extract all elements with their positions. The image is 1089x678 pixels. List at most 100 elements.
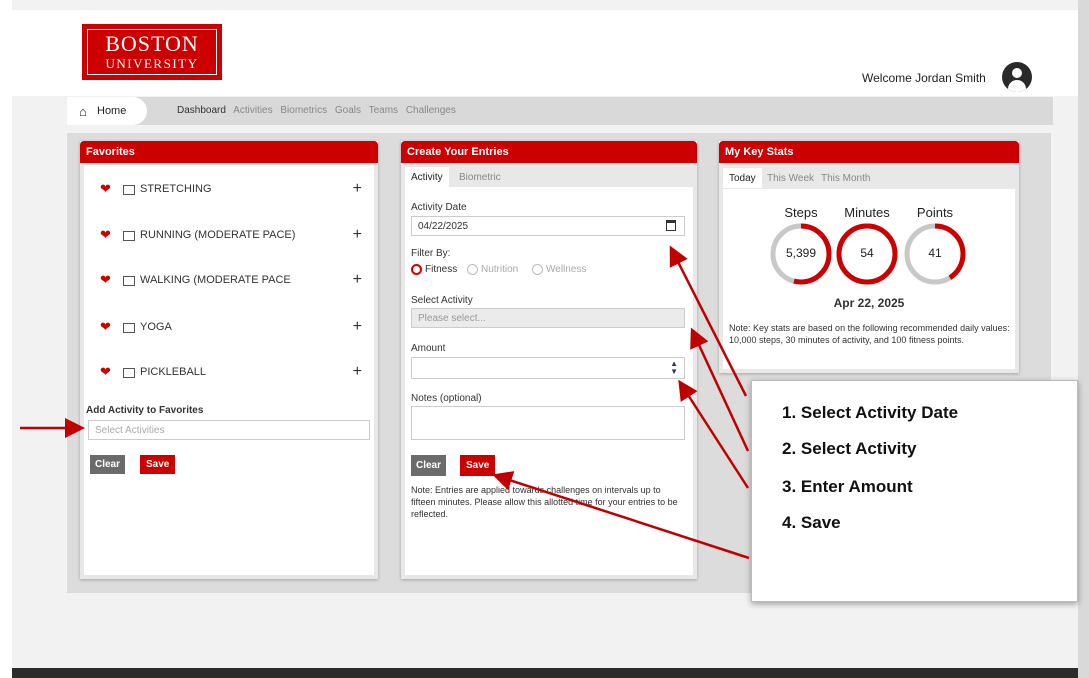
select-activity-input[interactable]: Please select... [411,308,685,328]
nav-home[interactable]: ⌂ Home [67,97,147,125]
heart-icon[interactable]: ❤ [100,227,111,243]
points-value: 41 [928,246,942,260]
callout-step-1: 1. Select Activity Date [782,403,959,422]
add-icon[interactable]: + [353,180,362,198]
entries-note: Note: Entries are applied towards challe… [411,485,678,519]
instruction-callout: 1. Select Activity Date 2. Select Activi… [751,380,1078,602]
favorite-item[interactable]: ❤ WALKING (MODERATE PACE + [84,271,374,291]
nav-item-goals[interactable]: Goals [335,105,361,116]
tab-this-week[interactable]: This Week [761,168,820,188]
points-ring: 41 [903,222,967,286]
notes-label: Notes (optional) [411,393,482,404]
favorites-title: Favorites [80,141,378,163]
filter-fitness-label: Fitness [425,264,458,275]
favorite-item[interactable]: ❤ STRETCHING + [84,180,374,200]
filter-nutrition-label: Nutrition [481,264,519,275]
filter-fitness-radio[interactable] [411,264,422,275]
select-activity-label: Select Activity [411,295,473,306]
favorite-item-name: RUNNING (MODERATE PACE) [140,229,296,241]
home-icon: ⌂ [79,104,87,119]
steps-value: 5,399 [785,246,817,260]
entries-body: Activity Date 04/22/2025 Filter By: Fitn… [405,187,693,575]
favorite-item-name: PICKLEBALL [140,366,207,378]
boston-university-logo[interactable]: BOSTON UNIVERSITY [82,24,222,80]
logo-line1: BOSTON [105,31,199,56]
amount-label: Amount [411,343,446,354]
comment-icon[interactable] [123,276,135,286]
avatar-head [1012,68,1022,78]
favorites-save-button[interactable]: Save [140,455,176,474]
callout-step-3: 3. Enter Amount [782,477,913,496]
nav-item-dashboard[interactable]: Dashboard [177,105,226,116]
comment-icon[interactable] [123,231,135,241]
nav-item-teams[interactable]: Teams [369,105,398,116]
nav-item-biometrics[interactable]: Biometrics [280,105,327,116]
welcome-text: Welcome Jordan Smith [862,71,986,85]
notes-textarea[interactable] [411,406,685,440]
favorite-item[interactable]: ❤ PICKLEBALL + [84,363,374,383]
favorites-panel: Favorites ❤ STRETCHING + ❤ RUNNING (MODE… [80,141,378,579]
favorites-body: ❤ STRETCHING + ❤ RUNNING (MODERATE PACE)… [84,165,374,575]
page-scrollbar-area [1078,0,1089,678]
favorite-item-name: STRETCHING [140,183,212,195]
nav-home-label: Home [97,105,127,117]
nav-item-challenges[interactable]: Challenges [406,105,456,116]
heart-icon[interactable]: ❤ [100,319,111,335]
tab-today[interactable]: Today [723,168,762,188]
site-header: BOSTON UNIVERSITY Welcome Jordan Smith [12,10,1078,96]
stepper-icon[interactable]: ▲ ▼ [670,360,678,376]
minutes-label: Minutes [844,205,890,220]
select-activities-input[interactable]: Select Activities [88,420,370,440]
entries-panel: Create Your Entries Activity Biometric A… [401,141,697,579]
favorites-clear-button[interactable]: Clear [90,455,126,474]
key-stats-title: My Key Stats [719,141,1019,163]
favorite-item-name: YOGA [140,321,172,333]
avatar-body [1008,80,1026,92]
favorite-item[interactable]: ❤ RUNNING (MODERATE PACE) + [84,226,374,246]
entries-tabs: Activity Biometric [405,167,693,187]
heart-icon[interactable]: ❤ [100,364,111,380]
site-footer [12,668,1078,678]
amount-input[interactable]: ▲ ▼ [411,357,685,379]
heart-icon[interactable]: ❤ [100,272,111,288]
stats-tabs: Today This Week This Month [723,168,1015,188]
stats-note: Note: Key stats are based on the followi… [729,323,1010,345]
add-icon[interactable]: + [353,271,362,289]
comment-icon[interactable] [123,368,135,378]
tab-biometric[interactable]: Biometric [453,167,507,187]
filter-label: Filter By: [411,248,451,259]
comment-icon[interactable] [123,185,135,195]
steps-ring: 5,399 [769,222,833,286]
favorite-item-name: WALKING (MODERATE PACE [140,274,291,286]
activity-date-input[interactable]: 04/22/2025 [411,216,685,236]
main-nav: ⌂ Home Dashboard Activities Biometrics G… [67,97,1053,125]
entries-clear-button[interactable]: Clear [411,455,447,476]
stats-body: Steps Minutes Points 5,399 54 41 Apr 22,… [723,189,1015,369]
filter-wellness-label: Wellness [546,264,587,275]
minutes-ring: 54 [835,222,899,286]
points-label: Points [916,205,954,220]
callout-step-2: 2. Select Activity [782,439,917,458]
steps-label: Steps [784,205,818,220]
entries-save-button[interactable]: Save [460,455,496,476]
add-icon[interactable]: + [353,226,362,244]
calendar-icon[interactable] [666,220,676,231]
tab-activity[interactable]: Activity [405,167,449,187]
key-stats-panel: My Key Stats Today This Week This Month … [719,141,1019,373]
callout-step-4: 4. Save [782,513,841,532]
filter-wellness-radio[interactable] [532,264,543,275]
add-icon[interactable]: + [353,318,362,336]
favorite-item[interactable]: ❤ YOGA + [84,318,374,338]
entries-title: Create Your Entries [401,141,697,163]
activity-date-label: Activity Date [411,202,467,213]
heart-icon[interactable]: ❤ [100,181,111,197]
add-icon[interactable]: + [353,363,362,381]
filter-nutrition-radio[interactable] [467,264,478,275]
nav-item-activities[interactable]: Activities [233,105,272,116]
stats-date: Apr 22, 2025 [833,296,905,310]
tab-this-month[interactable]: This Month [815,168,876,188]
add-favorites-label: Add Activity to Favorites [86,405,204,416]
comment-icon[interactable] [123,323,135,333]
minutes-value: 54 [860,246,874,260]
user-avatar-icon[interactable] [1002,62,1032,92]
